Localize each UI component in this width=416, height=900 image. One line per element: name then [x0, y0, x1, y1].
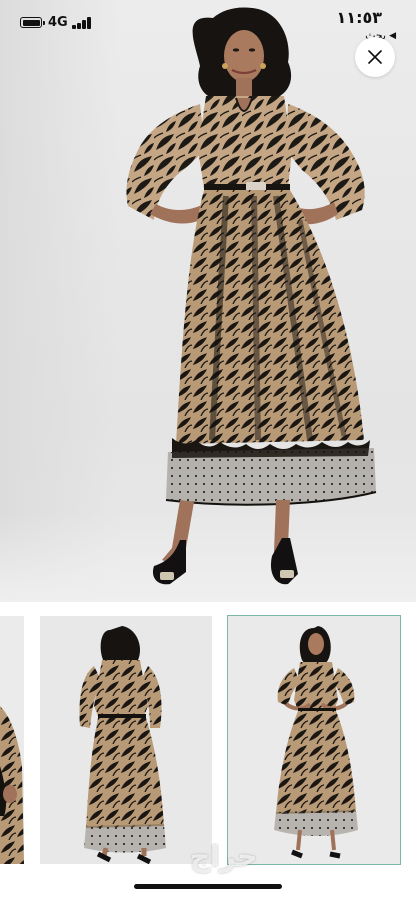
thumbnail-3[interactable] — [227, 615, 401, 865]
thumbnail-1[interactable] — [0, 616, 24, 864]
close-button[interactable] — [355, 37, 395, 77]
product-main-image[interactable] — [0, 0, 416, 602]
network-type: 4G — [48, 15, 68, 30]
thumbnail-side-detail-image — [0, 706, 24, 864]
thumbnail-2[interactable] — [40, 616, 212, 864]
thumbnail-strip — [0, 612, 416, 868]
battery-icon — [20, 17, 45, 28]
status-time: ١١:٥٣ — [336, 8, 382, 27]
signal-icon — [72, 17, 92, 29]
close-icon — [368, 50, 382, 64]
thumbnail-front-view-image — [274, 626, 358, 859]
model-illustration — [126, 7, 377, 585]
status-bar: 4G ١١:٥٣ بحث ◀ — [0, 0, 416, 44]
thumbnail-back-view-image — [79, 626, 166, 864]
watermark-logo: حراج — [190, 840, 258, 873]
home-indicator[interactable] — [134, 884, 282, 889]
back-arrow-icon: ◀ — [389, 30, 396, 41]
